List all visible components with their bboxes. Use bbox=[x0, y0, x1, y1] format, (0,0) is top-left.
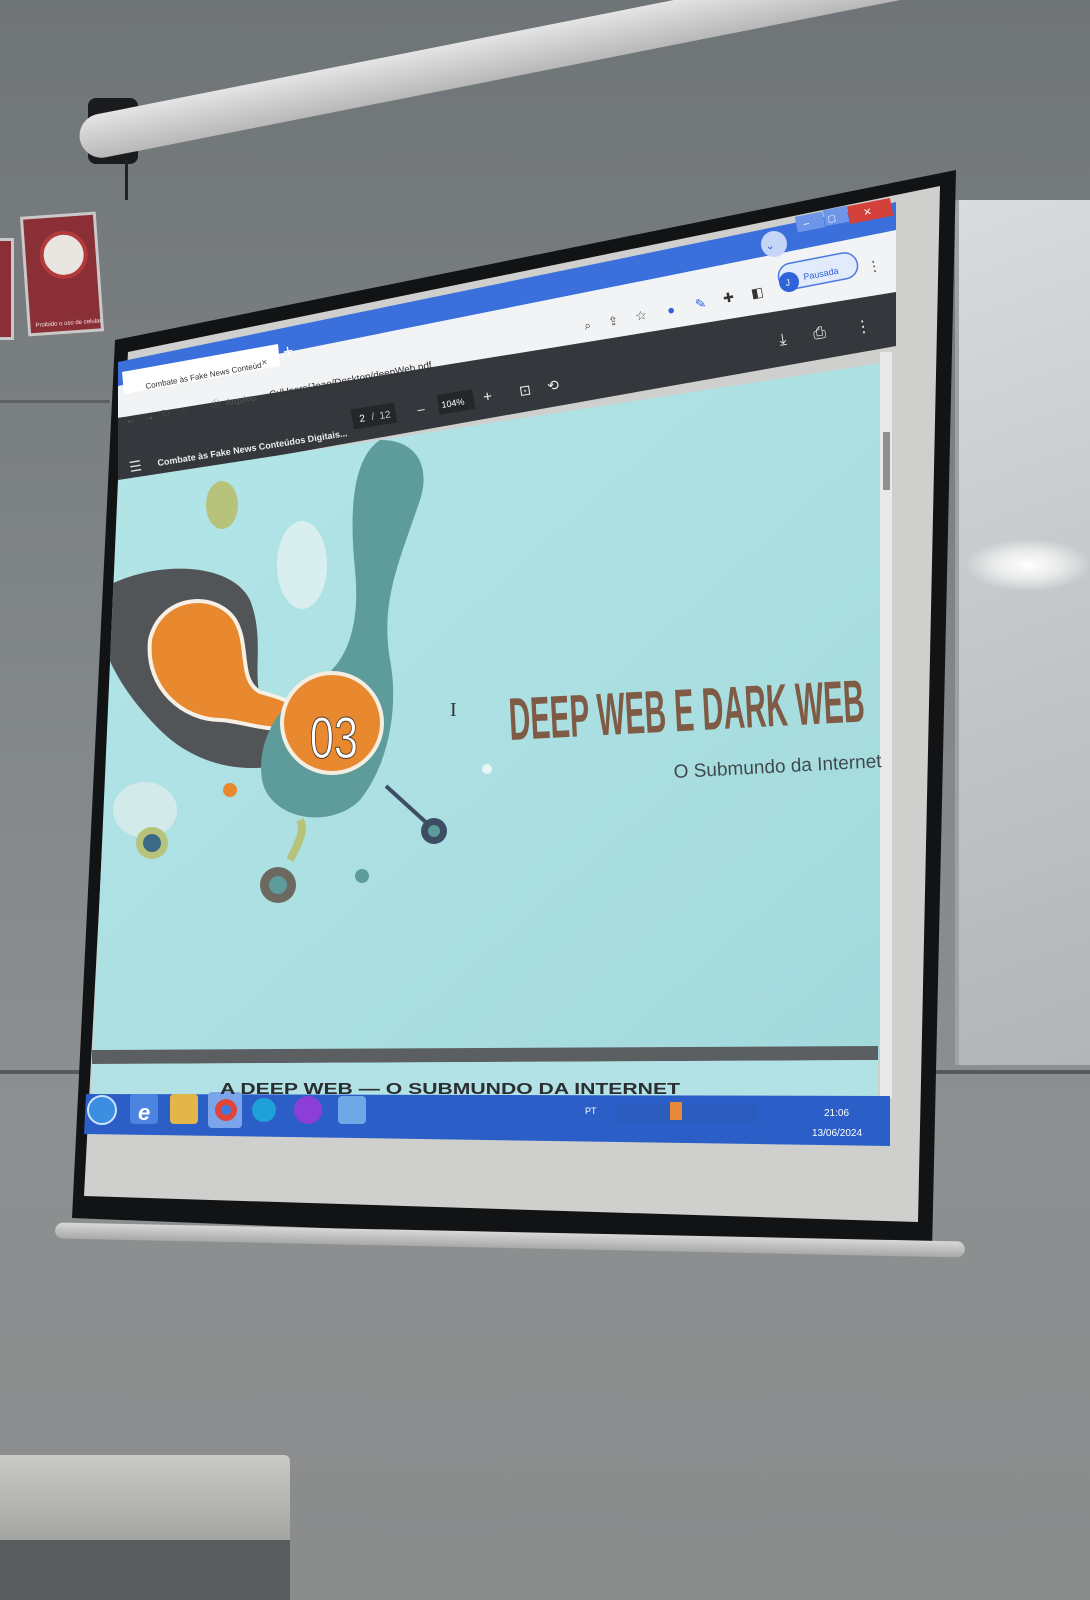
slide-orange-dot bbox=[223, 783, 237, 797]
slide-droplet bbox=[277, 521, 327, 609]
desk-shadow bbox=[0, 1540, 290, 1600]
edge-icon[interactable] bbox=[252, 1098, 276, 1122]
taskbar-date[interactable]: 13/06/2024 bbox=[812, 1128, 862, 1139]
language-indicator[interactable]: PT bbox=[585, 1106, 597, 1116]
slide-olive-dot bbox=[206, 481, 238, 529]
tray-app-icon[interactable] bbox=[670, 1102, 682, 1120]
next-page-title-partial: A DEEP WEB — O SUBMUNDO DA INTERNET bbox=[220, 1081, 680, 1098]
scrollbar-thumb[interactable] bbox=[883, 432, 890, 490]
slide-ring-dark-center bbox=[269, 876, 287, 894]
chrome-icon-center bbox=[221, 1105, 231, 1115]
section-number: 03 bbox=[310, 706, 358, 770]
internet-explorer-icon: e bbox=[138, 1100, 150, 1125]
text-cursor-icon: I bbox=[450, 699, 457, 721]
projection-screen: Combate às Fake News Conteúd × + ← → ↻ ⌂… bbox=[72, 170, 956, 1252]
slide-white-dot bbox=[482, 764, 492, 774]
firefox-icon[interactable] bbox=[294, 1096, 322, 1124]
start-orb[interactable] bbox=[87, 1095, 117, 1125]
explorer-taskbar-button[interactable] bbox=[170, 1094, 198, 1124]
fit-page-icon[interactable]: ⊡ bbox=[518, 381, 532, 399]
forward-icon[interactable]: → bbox=[142, 410, 155, 424]
taskbar-time[interactable]: 21:06 bbox=[824, 1108, 849, 1119]
browser-menu-icon[interactable]: ⋮ bbox=[866, 257, 883, 275]
pdf-more-icon[interactable]: ⋮ bbox=[854, 318, 872, 337]
site-info-icon[interactable]: ⓘ bbox=[211, 398, 222, 409]
generic-app-icon[interactable] bbox=[338, 1096, 366, 1124]
back-icon[interactable]: ← bbox=[124, 413, 137, 427]
window-maximize-glyph: ▢ bbox=[827, 213, 837, 224]
slide-ring-center bbox=[143, 834, 161, 852]
page-total: 12 bbox=[379, 409, 392, 422]
slide-teal-dot bbox=[355, 869, 369, 883]
system-tray bbox=[616, 1104, 756, 1122]
slide-end-ring-center bbox=[428, 825, 440, 837]
hamburger-menu-icon[interactable]: ☰ bbox=[128, 457, 143, 475]
